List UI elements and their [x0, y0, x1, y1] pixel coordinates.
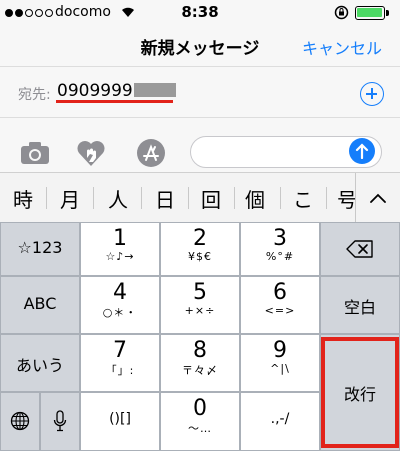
- abc-mode-key[interactable]: ABC: [1, 277, 79, 333]
- candidate-item[interactable]: 月: [50, 184, 90, 213]
- key-brackets[interactable]: ()[]: [81, 393, 159, 450]
- delete-key[interactable]: [321, 223, 399, 275]
- key-5[interactable]: 5 +×÷: [161, 277, 239, 333]
- globe-icon: [10, 411, 30, 431]
- key-0[interactable]: 0 〜…: [161, 393, 239, 450]
- candidate-item[interactable]: 日: [145, 184, 185, 213]
- send-button[interactable]: [349, 138, 375, 164]
- key-6[interactable]: 6 <=>: [241, 277, 319, 333]
- recipient-row: 宛先: 0909999: [0, 66, 400, 118]
- to-label: 宛先:: [18, 87, 51, 103]
- app-store-icon[interactable]: [134, 138, 168, 168]
- red-box-annotation: [321, 337, 399, 448]
- status-bar: docomo 8:38: [0, 0, 400, 26]
- cancel-button[interactable]: キャンセル: [302, 35, 382, 59]
- recipient-number: 0909999: [57, 81, 133, 101]
- dictation-key[interactable]: [41, 393, 79, 450]
- recipient-input[interactable]: 0909999: [57, 81, 176, 101]
- candidate-item[interactable]: 人: [98, 184, 138, 213]
- key-9[interactable]: 9 ^|\: [241, 335, 319, 391]
- message-thread-area: [0, 118, 400, 132]
- redacted-digits: [133, 83, 176, 97]
- backspace-icon: [346, 240, 373, 258]
- microphone-icon: [53, 410, 67, 432]
- candidate-item[interactable]: こ: [283, 184, 323, 213]
- candidate-item[interactable]: 回: [191, 184, 231, 213]
- numbers-mode-key[interactable]: ☆123: [1, 223, 79, 275]
- camera-icon[interactable]: [18, 138, 52, 168]
- key-7[interactable]: 7 「」:: [81, 335, 159, 391]
- arrow-up-icon: [355, 143, 369, 159]
- candidate-item[interactable]: 時: [3, 184, 43, 213]
- expand-candidates-button[interactable]: [355, 173, 400, 222]
- key-8[interactable]: 8 〒々〆: [161, 335, 239, 391]
- compose-bar: [0, 132, 400, 172]
- orientation-lock-icon: [334, 5, 349, 20]
- digital-touch-icon[interactable]: [74, 138, 108, 168]
- battery-icon: [355, 6, 389, 20]
- key-punctuation[interactable]: .,-/: [241, 393, 319, 450]
- chevron-up-icon: [370, 193, 386, 203]
- add-contact-button[interactable]: [360, 82, 384, 106]
- navigation-bar: 新規メッセージ キャンセル: [0, 26, 400, 66]
- globe-key[interactable]: [1, 393, 39, 450]
- key-3[interactable]: 3 %°#: [241, 223, 319, 275]
- kana-mode-key[interactable]: あいう: [1, 335, 79, 391]
- key-1[interactable]: 1 ☆♪→: [81, 223, 159, 275]
- candidate-item[interactable]: 個: [235, 184, 275, 213]
- candidate-bar: 時 月 人 日 回 個 こ 号: [0, 172, 400, 222]
- key-4[interactable]: 4 ○＊・: [81, 277, 159, 333]
- key-2[interactable]: 2 ¥$€: [161, 223, 239, 275]
- red-underline-annotation: [56, 100, 173, 103]
- space-key[interactable]: 空白: [321, 277, 399, 333]
